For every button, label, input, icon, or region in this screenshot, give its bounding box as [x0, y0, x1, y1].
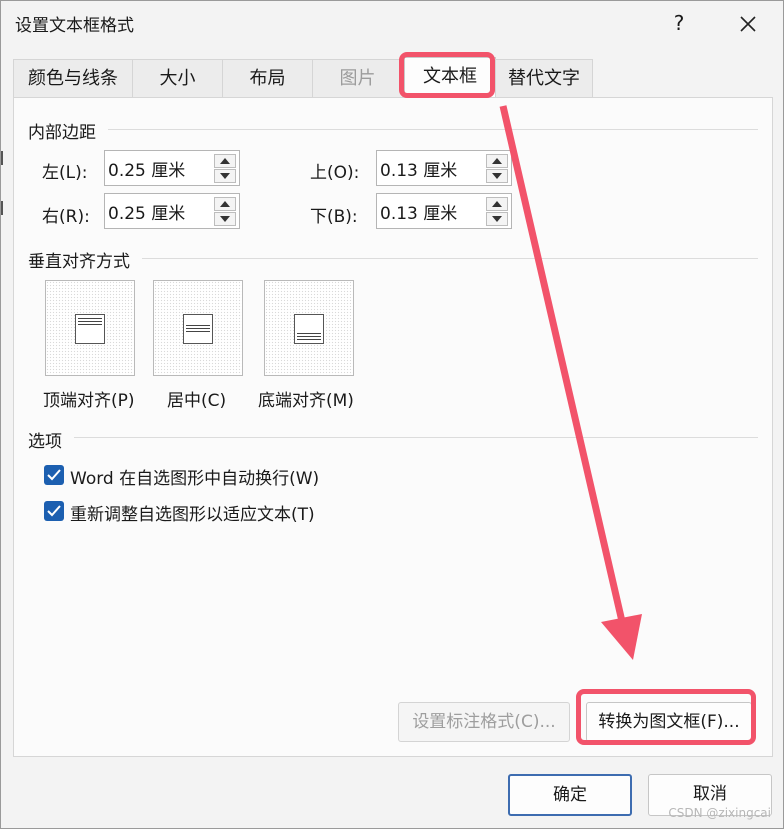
annotation-arrow [499, 105, 642, 660]
annotation-arrow-head [601, 614, 642, 660]
annotation-arrow-shaft [499, 105, 628, 631]
